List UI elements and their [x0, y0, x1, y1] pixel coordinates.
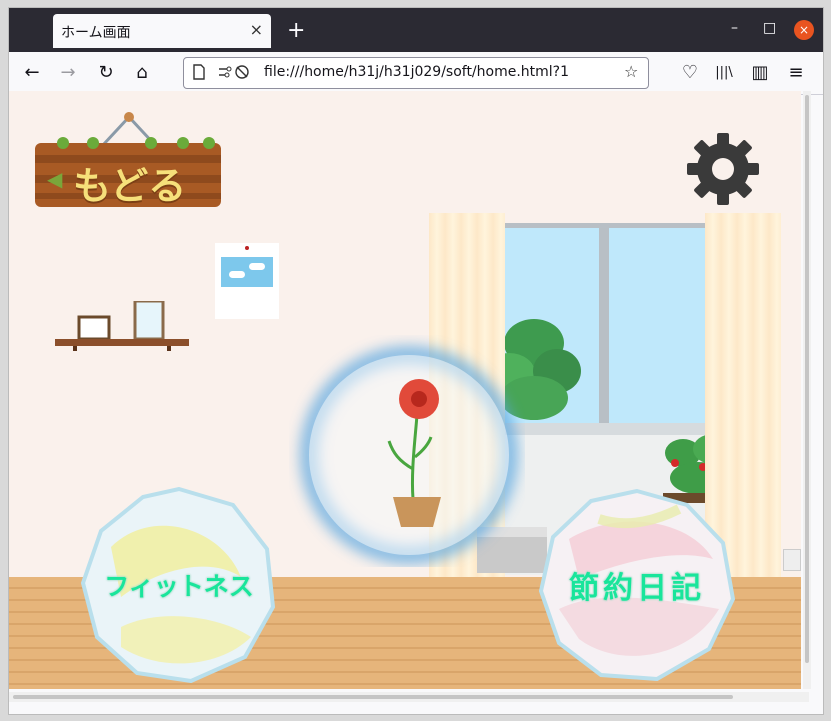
tab-bar: ホーム画面 × + – □ × — [9, 8, 823, 52]
nav-bar: ← → ↻ ⌂ file:///home/h31j/h31j029/soft/h… — [9, 52, 823, 95]
back-sign-button[interactable]: ◀ もどる — [33, 109, 225, 209]
fitness-label: フィットネス — [104, 572, 254, 601]
url-bar[interactable]: file:///home/h31j/h31j029/soft/home.html… — [183, 57, 649, 89]
back-button[interactable]: ← — [19, 60, 45, 86]
reload-button[interactable]: ↻ — [93, 60, 119, 86]
page-icon — [192, 64, 206, 84]
sidebar-icon[interactable]: ▥ — [747, 60, 773, 86]
minimize-button[interactable]: – — [731, 20, 738, 36]
pin-icon — [245, 246, 249, 250]
back-sign-label: もどる — [73, 164, 187, 208]
vertical-scrollbar[interactable] — [803, 91, 811, 689]
poster-sky-picture — [221, 257, 273, 287]
library-icon[interactable]: |||\ — [711, 60, 737, 86]
wall-outlet — [783, 549, 801, 571]
tab-home[interactable]: ホーム画面 × — [53, 14, 271, 48]
bookmark-star-icon[interactable]: ☆ — [624, 62, 638, 81]
home-button[interactable]: ⌂ — [129, 60, 155, 86]
fitness-button[interactable]: フィットネス — [81, 487, 277, 683]
permissions-icon[interactable] — [218, 64, 252, 84]
new-tab-button[interactable]: + — [287, 18, 305, 43]
horizontal-scrollbar[interactable] — [9, 692, 809, 702]
url-text: file:///home/h31j/h31j029/soft/home.html… — [264, 64, 570, 80]
pocket-icon[interactable]: ♡ — [677, 60, 703, 86]
maximize-button[interactable]: □ — [763, 20, 776, 36]
back-sign-arrow-icon: ◀ — [47, 167, 63, 191]
vertical-scroll-thumb[interactable] — [805, 95, 809, 663]
page-viewport: ◀ もどる フィットネス 節約日記 — [9, 91, 801, 689]
wall-shelf-with-frames — [55, 301, 189, 351]
tab-close-icon[interactable]: × — [250, 20, 263, 39]
forward-button[interactable]: → — [55, 60, 81, 86]
settings-gear-icon[interactable] — [685, 131, 761, 207]
horizontal-scroll-thumb[interactable] — [13, 695, 733, 699]
menu-icon[interactable]: ≡ — [783, 60, 809, 86]
wall-poster — [215, 243, 279, 319]
savings-diary-button[interactable]: 節約日記 — [539, 489, 735, 681]
close-window-button[interactable]: × — [794, 20, 814, 40]
flower-glow-center[interactable] — [289, 331, 525, 567]
diary-label: 節約日記 — [569, 571, 705, 606]
tab-title: ホーム画面 — [61, 25, 131, 41]
